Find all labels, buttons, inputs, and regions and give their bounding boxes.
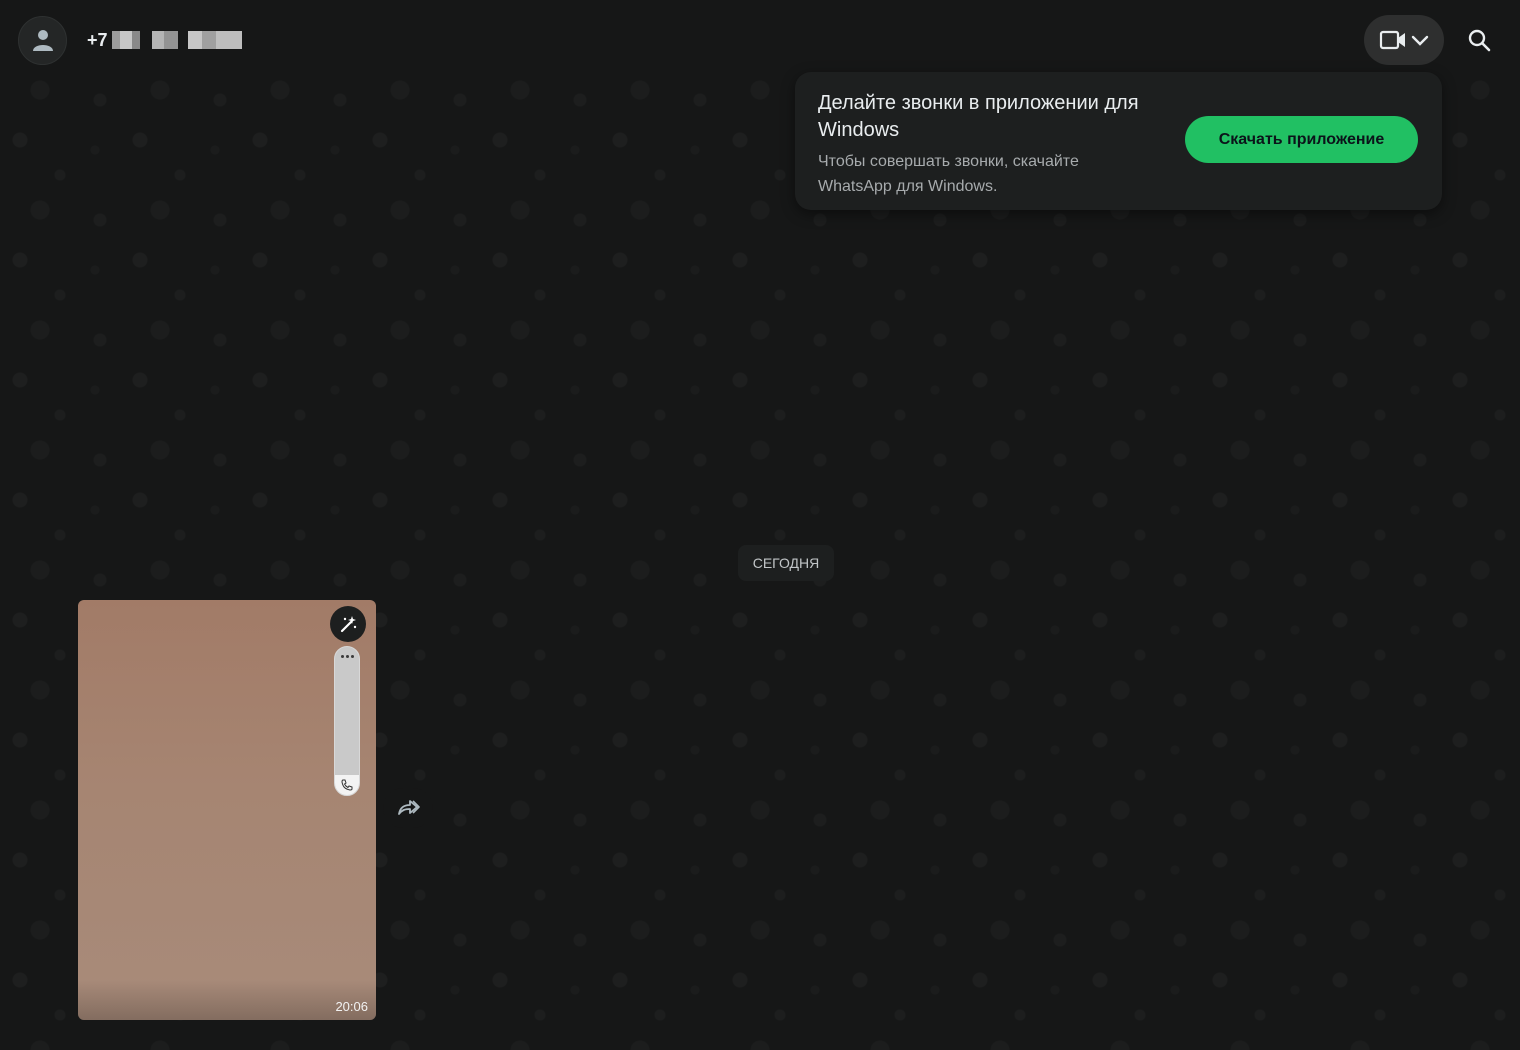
contact-avatar[interactable] xyxy=(18,15,67,65)
forward-button[interactable] xyxy=(383,788,433,828)
phone-call-icon xyxy=(335,775,359,795)
message-time: 20:06 xyxy=(335,999,368,1014)
more-options-icon xyxy=(340,651,354,661)
header-actions xyxy=(1364,15,1502,65)
windows-app-popup: Делайте звонки в приложении для Windows … xyxy=(795,72,1442,210)
video-camera-icon xyxy=(1379,30,1405,50)
default-avatar-icon xyxy=(32,30,53,51)
popup-title: Делайте звонки в приложении для Windows xyxy=(818,92,1139,141)
forward-icon xyxy=(398,800,420,815)
popup-text: Чтобы совершать звонки, скачайте WhatsAp… xyxy=(818,153,1079,195)
download-app-button[interactable]: Скачать приложение xyxy=(1185,116,1418,163)
contact-name[interactable]: +7 xyxy=(87,30,242,51)
video-call-button[interactable] xyxy=(1364,15,1444,65)
date-separator: СЕГОДНЯ xyxy=(738,545,834,581)
masked-phone-number xyxy=(111,31,242,49)
magic-wand-icon xyxy=(340,616,357,633)
contact-prefix: +7 xyxy=(87,29,108,50)
phone-mockup xyxy=(334,646,360,796)
image-message[interactable]: 20:06 xyxy=(78,600,376,1020)
chat-header: +7 xyxy=(0,0,1520,80)
search-button[interactable] xyxy=(1456,17,1502,63)
image-shade xyxy=(78,980,376,1020)
ai-edit-button[interactable] xyxy=(330,606,366,642)
chevron-down-icon xyxy=(1411,35,1429,46)
search-icon xyxy=(1468,29,1491,52)
